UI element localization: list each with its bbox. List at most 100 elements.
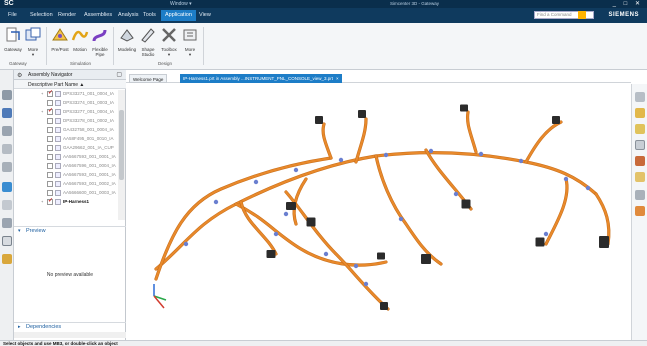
chevron-right-icon[interactable]: ▸ [18,324,21,330]
expand-toggle[interactable]: + [41,90,43,98]
harness-connector[interactable] [358,110,366,118]
harness-clip[interactable] [478,151,484,157]
horizontal-scrollbar[interactable] [14,332,126,338]
hide-icon[interactable] [635,190,645,200]
visibility-checkbox[interactable] [47,190,53,196]
harness-connector[interactable] [286,202,296,210]
harness-connector[interactable] [461,199,471,209]
harness-clip[interactable] [213,199,219,205]
scrollbar-thumb[interactable] [119,110,124,180]
menu-file[interactable]: File [8,12,17,18]
more-button[interactable]: More ▾ [23,25,43,59]
visibility-checkbox[interactable] [47,163,53,169]
tree-row[interactable]: DPS33278_001_0002_IA [14,117,118,125]
tree-row[interactable]: AA5666600_001_0003_IA [14,189,118,197]
tree-row[interactable]: + ✓ DPS33271_001_0004_IA [14,90,118,98]
assembly-navigator-icon[interactable] [2,108,12,118]
harness-connector[interactable] [380,302,388,310]
harness-branch[interactable] [374,154,443,266]
menu-render[interactable]: Render [58,12,76,18]
harness-clip[interactable] [563,176,569,182]
harness-clip[interactable] [323,251,329,257]
harness-clip[interactable] [383,152,389,158]
harness-branch[interactable] [154,151,598,271]
harness-clip[interactable] [273,231,279,237]
harness-branch-shadow[interactable] [234,202,388,267]
dependencies-section[interactable]: ▸ Dependencies [14,322,126,331]
prepost-button[interactable]: Pre/Post [50,25,70,59]
color-icon[interactable] [635,206,645,216]
part-navigator-icon[interactable] [2,90,12,100]
tab-welcome-page[interactable]: Welcome Page [129,74,168,83]
menu-tools[interactable]: Tools [143,12,156,18]
expand-toggle[interactable]: + [41,198,43,206]
visibility-checkbox[interactable] [47,181,53,187]
harness-connector[interactable] [552,116,560,124]
tree-row[interactable]: GAA29662_001_IA_CUP [14,144,118,152]
visibility-checkbox[interactable] [47,154,53,160]
harness-branch-shadow[interactable] [374,154,443,266]
harness-clip[interactable] [283,211,289,217]
graphics-window[interactable] [126,84,631,341]
quick-access-toolbar[interactable]: Window ▾ [170,1,192,7]
gateway-button[interactable]: Gateway [3,25,23,59]
tree-row[interactable]: GA432758_001_0004_IA [14,126,118,134]
maximize-icon[interactable]: ▢ [116,71,122,78]
harness-connector[interactable] [460,104,468,112]
tree-row[interactable]: AA5667593_001_0001_IA [14,171,118,179]
harness-clip[interactable] [585,185,591,191]
close-icon[interactable]: × [336,76,339,81]
harness-clip[interactable] [363,281,369,287]
harness-connector[interactable] [266,250,276,258]
harness-connector[interactable] [306,217,316,227]
tree-row[interactable]: AA58F495_001_0010_IA [14,135,118,143]
harness-clip[interactable] [518,158,524,164]
harness-clip[interactable] [353,263,359,269]
harness-clip[interactable] [543,231,549,237]
process-studio-icon[interactable] [2,218,12,228]
menu-view[interactable]: View [199,12,211,18]
history-icon[interactable] [2,200,12,210]
visibility-checkbox[interactable] [47,100,53,106]
shape-studio-button[interactable]: Shape Studio [138,25,158,59]
harness-clip[interactable] [293,167,299,173]
menu-application[interactable]: Application [161,10,196,21]
harness-branch-shadow[interactable] [544,177,569,246]
pan-icon[interactable] [635,108,645,118]
menu-assemblies[interactable]: Assemblies [84,12,112,18]
tree-row[interactable]: AA5667593_001_0001_IA [14,153,118,161]
harness-clip[interactable] [183,241,189,247]
clock-icon[interactable] [2,236,12,246]
expand-toggle[interactable]: + [41,108,43,116]
harness-connector[interactable] [421,254,431,264]
tab-active-part[interactable]: IP-Harness1.prt in Assembly ...INSTRUMEN… [180,74,342,83]
flexible-pipe-button[interactable]: Flexible Pipe [90,25,110,59]
column-title[interactable]: Descriptive Part Name ▲ [28,82,84,88]
motion-button[interactable]: Motion [70,25,90,59]
harness-model[interactable] [126,84,631,341]
visibility-checkbox[interactable] [47,118,53,124]
zoom-icon[interactable] [635,124,645,134]
column-header[interactable]: Descriptive Part Name ▲ [14,80,126,89]
roles-icon[interactable] [2,254,12,264]
tree-row[interactable]: AA5667596_001_0004_IA [14,162,118,170]
menu-selection[interactable]: Selection [30,12,53,18]
fit-view-icon[interactable] [635,92,645,102]
visibility-checkbox[interactable] [47,145,53,151]
harness-connector[interactable] [535,237,545,247]
gear-icon[interactable]: ⚙ [17,72,22,79]
shaded-icon[interactable] [635,156,645,166]
harness-connector[interactable] [315,116,323,124]
toolbox-button[interactable]: Toolbox ▾ [159,25,179,59]
tree-row[interactable]: + ✓ IP-Harness1 [14,198,118,206]
preview-title[interactable]: Preview [26,228,46,234]
window-controls[interactable]: _ □ ✕ [613,0,643,7]
tree-row[interactable]: AA5667593_001_0002_IA [14,180,118,188]
harness-clip[interactable] [428,148,434,154]
search-icon[interactable] [578,11,586,19]
tree-scrollbar[interactable] [118,90,125,220]
tree-row[interactable]: + ✓ DPS33277_001_0004_IA [14,108,118,116]
visibility-checkbox[interactable] [47,127,53,133]
harness-clip[interactable] [338,157,344,163]
web-browser-icon[interactable] [2,182,12,192]
